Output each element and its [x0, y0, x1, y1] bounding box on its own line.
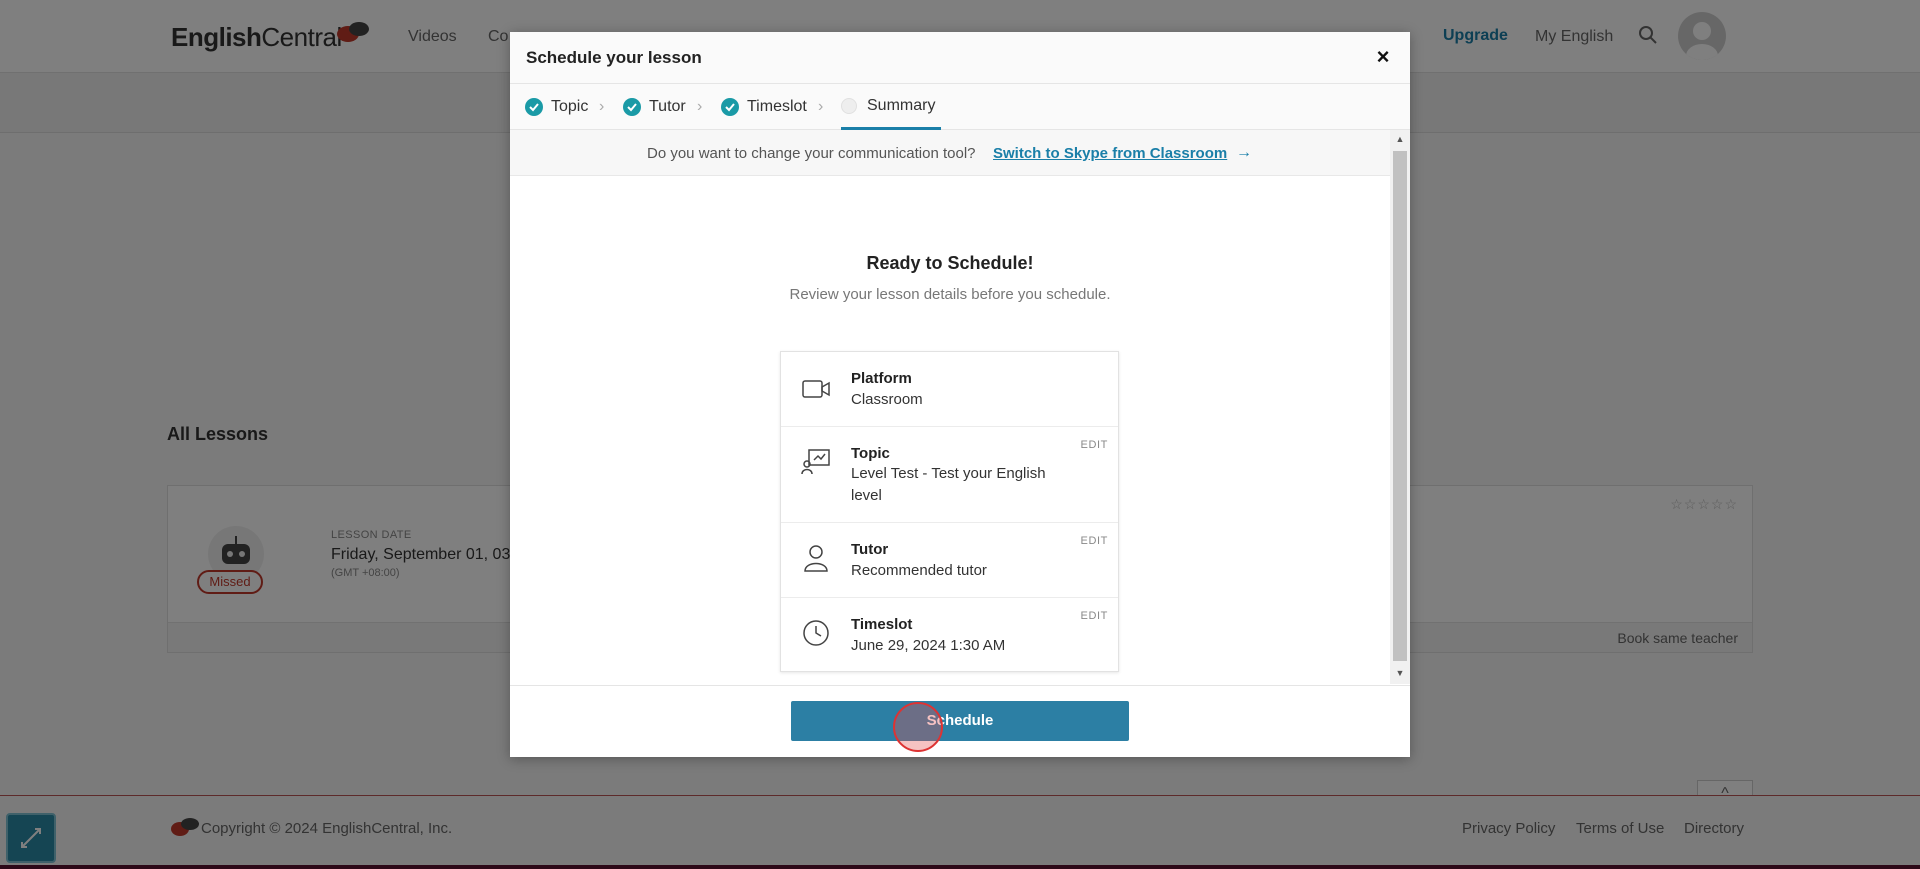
ready-heading: Ready to Schedule!: [866, 253, 1034, 273]
close-button[interactable]: ×: [1368, 42, 1398, 72]
clock-icon: [803, 620, 829, 646]
summary-row-timeslot: Timeslot June 29, 2024 1:30 AM EDIT: [781, 598, 1118, 672]
timeslot-label: Timeslot: [851, 616, 913, 633]
edit-tutor-button[interactable]: EDIT: [1081, 535, 1108, 547]
topic-value: Level Test - Test your English level: [851, 465, 1046, 504]
presentation-icon: [801, 449, 830, 475]
summary-row-topic: Topic Level Test - Test your English lev…: [781, 427, 1118, 523]
schedule-lesson-modal: Schedule your lesson × Topic › Tutor › T…: [510, 32, 1410, 757]
video-camera-icon: [802, 380, 830, 398]
timeslot-value: June 29, 2024 1:30 AM: [851, 637, 1006, 654]
pending-step-icon: [841, 97, 857, 114]
chevron-right-icon: ›: [818, 98, 824, 115]
tutor-label: Tutor: [851, 541, 889, 558]
platform-value: Classroom: [851, 391, 923, 408]
scroll-up-arrow-icon[interactable]: ▲: [1390, 134, 1410, 146]
summary-row-platform: Platform Classroom: [781, 352, 1118, 427]
scroll-down-arrow-icon[interactable]: ▼: [1390, 668, 1410, 680]
lesson-summary-card: Platform Classroom Topic Level Test - Te…: [780, 351, 1119, 672]
summary-row-tutor: Tutor Recommended tutor EDIT: [781, 523, 1118, 598]
communication-tool-bar: Do you want to change your communication…: [510, 130, 1390, 176]
review-subtitle: Review your lesson details before you sc…: [789, 286, 1111, 303]
check-icon: [721, 98, 739, 116]
check-icon: [525, 98, 543, 116]
platform-label: Platform: [851, 370, 912, 387]
modal-title: Schedule your lesson: [526, 48, 702, 67]
chevron-right-icon: ›: [697, 98, 703, 115]
edit-topic-button[interactable]: EDIT: [1081, 439, 1108, 451]
schedule-button[interactable]: Schedule: [791, 701, 1129, 741]
modal-footer: Schedule: [510, 685, 1410, 757]
step-summary[interactable]: Summary: [841, 84, 942, 130]
tutor-value: Recommended tutor: [851, 562, 987, 579]
arrow-right-icon[interactable]: →: [1236, 144, 1252, 162]
content-scrollbar[interactable]: ▲ ▼: [1390, 130, 1410, 684]
chevron-right-icon: ›: [599, 98, 605, 115]
step-timeslot[interactable]: Timeslot: [721, 84, 807, 130]
edit-timeslot-button[interactable]: EDIT: [1081, 610, 1108, 622]
modal-header: Schedule your lesson ×: [510, 32, 1410, 84]
step-progress: Topic › Tutor › Timeslot › Summary: [510, 84, 1410, 130]
modal-content: Do you want to change your communication…: [510, 130, 1390, 684]
topic-label: Topic: [851, 445, 890, 462]
switch-to-skype-link[interactable]: Switch to Skype from Classroom: [993, 145, 1227, 162]
scroll-thumb[interactable]: [1393, 151, 1407, 661]
check-icon: [623, 98, 641, 116]
step-topic[interactable]: Topic: [525, 84, 588, 130]
click-indicator: [893, 702, 943, 752]
communication-question: Do you want to change your communication…: [647, 145, 976, 162]
user-icon: [804, 545, 828, 572]
step-tutor[interactable]: Tutor: [623, 84, 686, 130]
